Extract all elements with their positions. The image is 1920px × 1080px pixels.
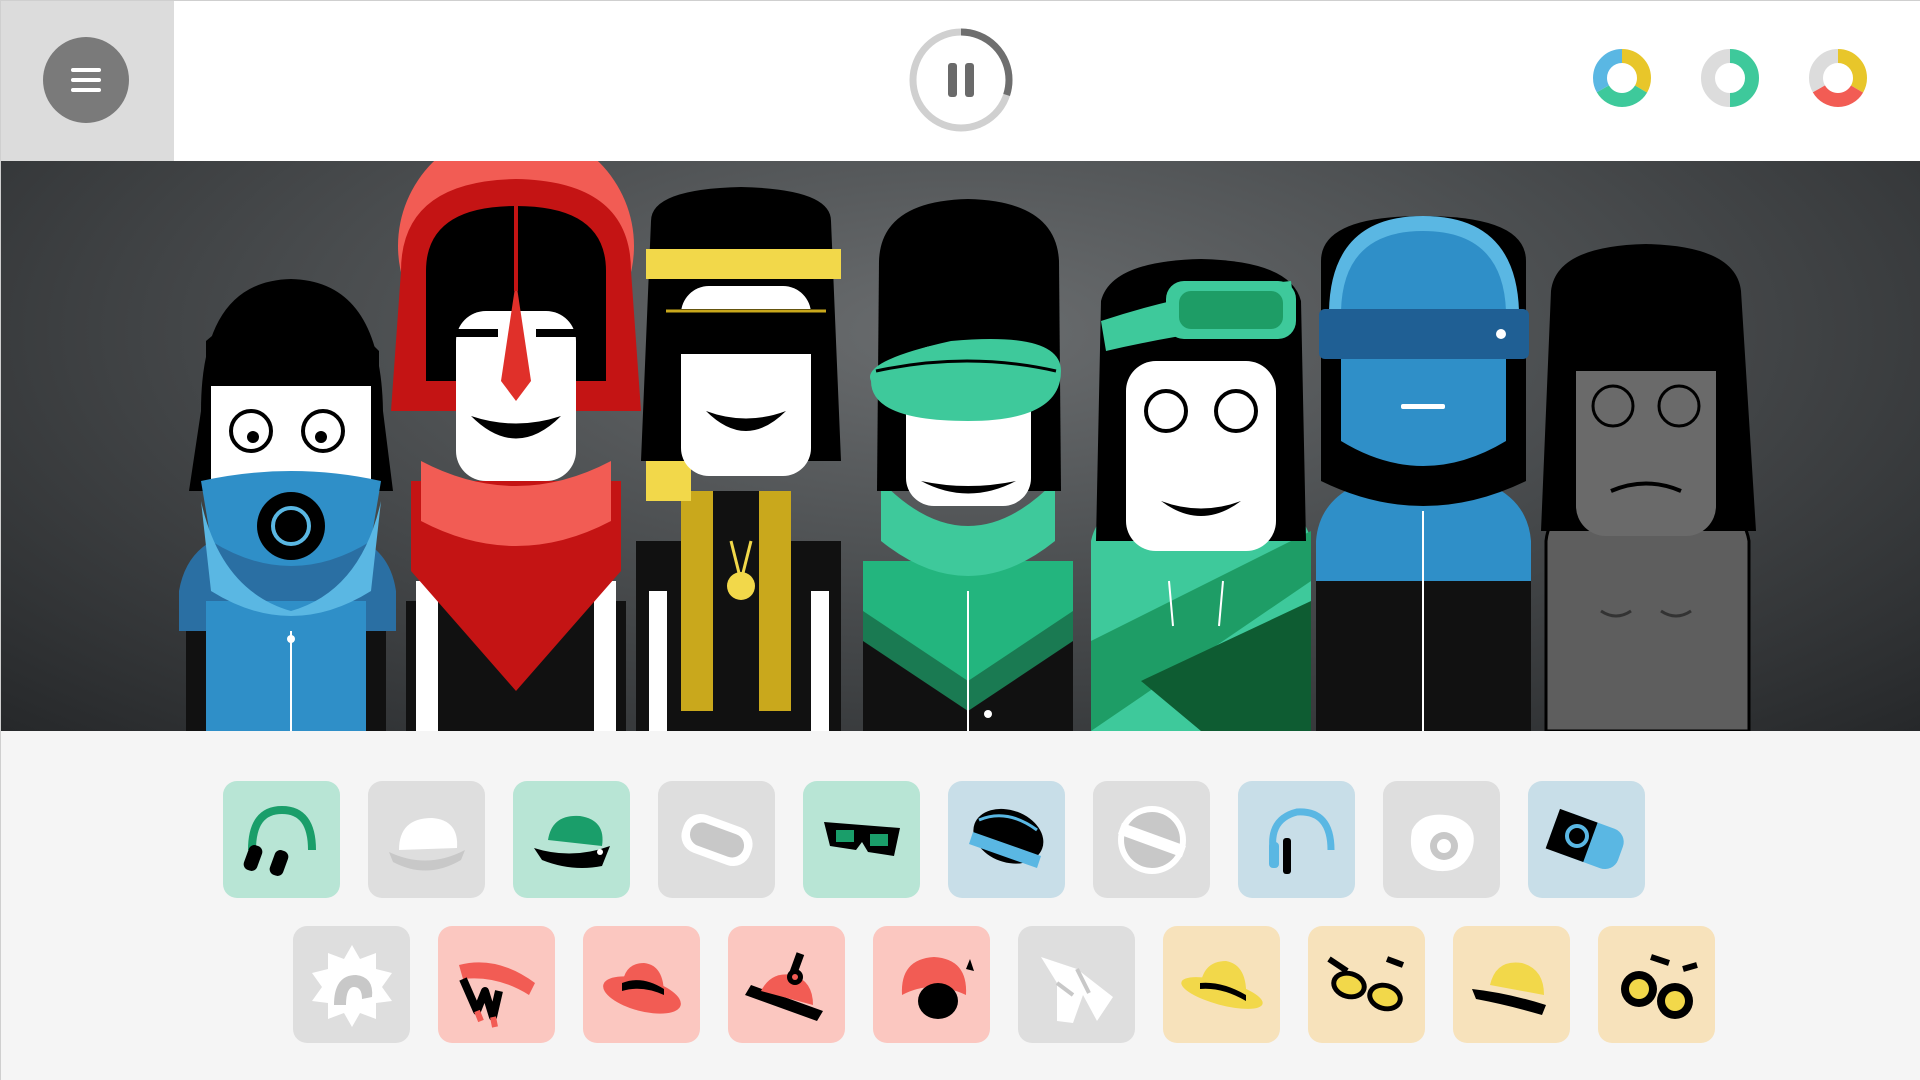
palette-tile-spiky-hood[interactable]	[293, 926, 410, 1043]
palette-tile-visor-helmet[interactable]	[948, 781, 1065, 898]
mix-indicators	[1581, 45, 1920, 115]
character-yellow-headband[interactable]	[636, 187, 841, 731]
red-beanie-icon	[901, 956, 974, 1019]
gas-mask-icon	[1545, 808, 1624, 869]
palette-tile-boater-hat[interactable]	[583, 926, 700, 1043]
palette-tile-hat-with-badge[interactable]	[728, 926, 845, 1043]
palette-tile-grey-mask[interactable]	[1383, 781, 1500, 898]
fedora-icon	[1180, 960, 1263, 1009]
palette-tile-sunglasses[interactable]	[1308, 926, 1425, 1043]
grey-mask-icon	[1410, 814, 1474, 871]
blue-headphones-icon	[1268, 807, 1334, 874]
yellow-cap-icon	[1471, 961, 1546, 1015]
hamburger-icon-line	[71, 68, 101, 72]
palette-tile-gas-mask[interactable]	[1528, 781, 1645, 898]
menu-panel	[1, 1, 174, 161]
mix-wheel-icon[interactable]	[1805, 45, 1871, 111]
palette-tile-red-beanie[interactable]	[873, 926, 990, 1043]
spiky-hood-icon	[311, 944, 392, 1027]
round-glasses-icon	[1620, 953, 1698, 1019]
palette-tile-round-glasses[interactable]	[1598, 926, 1715, 1043]
3d-glasses-icon	[823, 821, 900, 856]
character-blue-helmet[interactable]	[1316, 216, 1531, 731]
character-grey-idle[interactable]	[1541, 244, 1756, 731]
mix-wheel-icon[interactable]	[1697, 45, 1763, 111]
palette-tile-fedora[interactable]	[1163, 926, 1280, 1043]
white-cap-icon	[388, 817, 465, 871]
pause-button[interactable]	[906, 25, 1016, 135]
icon-palette	[1, 731, 1920, 1080]
headphones-icon	[243, 805, 316, 876]
mix-wheel-center	[1829, 69, 1847, 87]
round-helmet-icon	[1117, 805, 1186, 874]
palette-tile-feather-headband[interactable]	[438, 926, 555, 1043]
sunglasses-icon	[1326, 955, 1404, 1011]
mix-wheel-icon[interactable]	[1589, 45, 1655, 111]
feather-headband-icon	[458, 961, 535, 1028]
palette-tile-round-helmet[interactable]	[1093, 781, 1210, 898]
palette-tile-yellow-cap[interactable]	[1453, 926, 1570, 1043]
character-green-cap[interactable]	[863, 199, 1073, 731]
palette-tile-green-cap[interactable]	[513, 781, 630, 898]
hamburger-icon-line	[71, 78, 101, 82]
boater-hat-icon	[602, 962, 681, 1014]
top-bar	[1, 1, 1920, 161]
palette-tile-grey-scarf[interactable]	[1018, 926, 1135, 1043]
grey-scarf-icon	[1040, 956, 1113, 1023]
character-stage	[1, 161, 1920, 731]
character-blue-mask[interactable]	[179, 279, 396, 731]
palette-tile-ski-goggles[interactable]	[658, 781, 775, 898]
mix-wheel-center	[1721, 69, 1739, 87]
game-screen	[0, 0, 1920, 1080]
green-cap-icon	[533, 815, 610, 868]
visor-helmet-icon	[968, 808, 1043, 868]
mix-wheel-center	[1613, 69, 1631, 87]
menu-button[interactable]	[43, 37, 129, 123]
character-green-goggles[interactable]	[1091, 259, 1311, 731]
hat-with-badge-icon	[744, 951, 823, 1021]
palette-tile-white-cap[interactable]	[368, 781, 485, 898]
palette-tile-blue-headphones[interactable]	[1238, 781, 1355, 898]
palette-tile-3d-glasses[interactable]	[803, 781, 920, 898]
hamburger-icon-line	[71, 88, 101, 92]
ski-goggles-icon	[680, 813, 753, 866]
character-red-sun-hood[interactable]	[391, 161, 641, 731]
palette-tile-headphones[interactable]	[223, 781, 340, 898]
